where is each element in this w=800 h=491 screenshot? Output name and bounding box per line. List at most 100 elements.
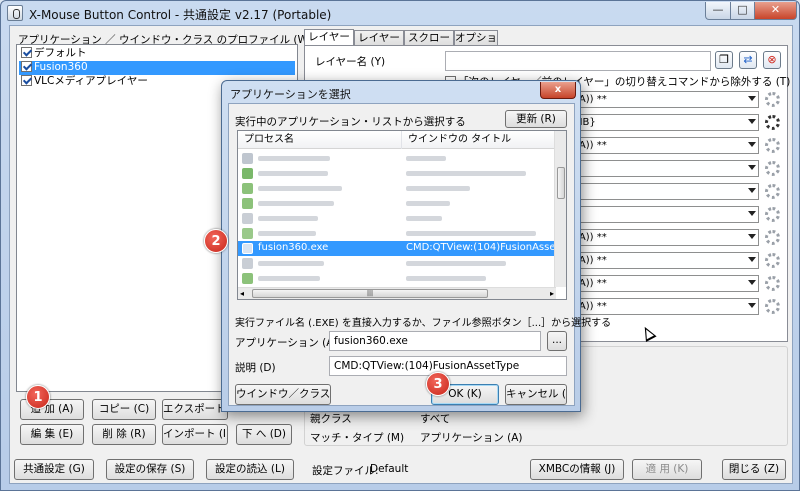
button-action-combo[interactable]: [571, 183, 759, 200]
delete-button[interactable]: 削 除 (R): [92, 424, 156, 445]
direct-input-label: 実行ファイル名 (.EXE) を直接入力するか、ファイル参照ボタン［...］から…: [235, 318, 612, 329]
scroll-thumb[interactable]: |||: [252, 289, 488, 298]
tab-options[interactable]: オプション: [454, 30, 498, 58]
scroll-left-icon[interactable]: ◂: [240, 289, 244, 298]
window-class-button[interactable]: ウインドウ／クラス (W): [235, 384, 331, 405]
match-type-value: アプリケーション (A): [420, 432, 523, 444]
process-row-fusion360[interactable]: fusion360.exe CMD:QTView:(104)FusionAsse…: [238, 241, 566, 256]
button-action-combo[interactable]: [571, 160, 759, 177]
checkbox-icon[interactable]: [21, 47, 32, 58]
step-marker-2: 2: [204, 229, 228, 253]
clear-icon[interactable]: ⊗: [763, 51, 781, 69]
process-row-blurred[interactable]: [238, 151, 556, 166]
edit-button[interactable]: 編 集 (E): [20, 424, 84, 445]
button-action-combo[interactable]: (A)) **: [571, 275, 759, 292]
gear-icon[interactable]: [765, 161, 780, 176]
blurred-text: [406, 186, 470, 191]
gear-icon[interactable]: [765, 276, 780, 291]
minimize-icon[interactable]: —: [705, 2, 731, 20]
process-icon: [242, 183, 253, 194]
gear-icon[interactable]: [765, 184, 780, 199]
button-action-combo[interactable]: (A)) **: [571, 229, 759, 246]
button-action-combo[interactable]: HB}: [571, 114, 759, 131]
dropdown-arrow-icon: [748, 303, 756, 308]
profile-label: デフォルト: [34, 47, 87, 59]
tab-layer-2[interactable]: レイヤー 2: [354, 30, 404, 58]
checkbox-icon[interactable]: [21, 61, 32, 72]
process-list[interactable]: プロセス名 ウインドウの タイトル fusion360.exe CMD:QTVi…: [237, 130, 567, 300]
copy-button[interactable]: コピー (C): [92, 399, 156, 420]
gear-icon[interactable]: [765, 299, 780, 314]
blurred-text: [258, 171, 328, 176]
apply-button[interactable]: 適 用 (K): [632, 459, 702, 480]
gear-icon[interactable]: [765, 115, 780, 130]
process-row-blurred[interactable]: [238, 211, 556, 226]
application-label: アプリケーション (A): [235, 337, 338, 349]
process-row-blurred[interactable]: [238, 226, 556, 241]
application-input[interactable]: fusion360.exe: [329, 331, 541, 351]
move-down-button[interactable]: 下 へ (D): [236, 424, 292, 445]
blurred-text: [406, 276, 486, 281]
blurred-text: [258, 276, 320, 281]
browse-button[interactable]: ...: [547, 331, 567, 351]
gear-icon[interactable]: [765, 253, 780, 268]
process-icon: [242, 228, 253, 239]
button-action-combo[interactable]: (A)) **: [571, 298, 759, 315]
horizontal-scrollbar[interactable]: ◂ ||| ▸: [238, 287, 556, 299]
profile-item-fusion360[interactable]: Fusion360: [19, 61, 295, 75]
description-input[interactable]: CMD:QTView:(104)FusionAssetType: [329, 356, 567, 376]
swap-icon[interactable]: ⇄: [739, 51, 757, 69]
profile-label: Fusion360: [34, 61, 88, 73]
dropdown-arrow-icon: [748, 119, 756, 124]
step-marker-1: 1: [26, 385, 50, 409]
main-window: X-Mouse Button Control - 共通設定 v2.17 (Por…: [0, 0, 800, 491]
profile-item-default[interactable]: デフォルト: [19, 47, 295, 61]
checkbox-icon[interactable]: [21, 75, 32, 86]
close-button[interactable]: 閉じる (Z): [722, 459, 786, 480]
close-icon[interactable]: ✕: [754, 2, 797, 20]
blurred-text: [258, 156, 330, 161]
scroll-thumb[interactable]: [557, 167, 565, 199]
save-settings-button[interactable]: 設定の保存 (S): [106, 459, 194, 480]
process-row-blurred[interactable]: [238, 166, 556, 181]
process-row-blurred[interactable]: [238, 181, 556, 196]
layer-name-input[interactable]: [445, 51, 711, 71]
process-row-blurred[interactable]: [238, 271, 556, 286]
cancel-button[interactable]: キャンセル (C): [505, 384, 567, 405]
blurred-text: [258, 216, 318, 221]
process-name: fusion360.exe: [258, 242, 329, 253]
column-window-title[interactable]: ウインドウの タイトル: [402, 131, 566, 149]
dropdown-arrow-icon: [748, 142, 756, 147]
gear-icon[interactable]: [765, 207, 780, 222]
select-application-dialog: アプリケーションを選択 x 実行中のアプリケーション・リストから選択する 更新 …: [221, 80, 611, 412]
dropdown-arrow-icon: [748, 280, 756, 285]
copy-layer-icon[interactable]: ❐: [715, 51, 733, 69]
column-process-name[interactable]: プロセス名: [238, 131, 402, 149]
maximize-icon[interactable]: □: [730, 2, 755, 20]
button-action-combo[interactable]: (A)) **: [571, 137, 759, 154]
dialog-close-icon[interactable]: x: [540, 82, 576, 99]
button-action-combo[interactable]: [571, 206, 759, 223]
global-settings-button[interactable]: 共通設定 (G): [14, 459, 94, 480]
vertical-scrollbar[interactable]: [554, 131, 566, 287]
xmbc-info-button[interactable]: XMBCの情報 (J): [530, 459, 624, 480]
blurred-text: [406, 261, 506, 266]
process-row-blurred[interactable]: [238, 256, 556, 271]
process-row-blurred[interactable]: [238, 196, 556, 211]
gear-icon[interactable]: [765, 230, 780, 245]
dropdown-arrow-icon: [748, 188, 756, 193]
button-action-combo[interactable]: (A)) **: [571, 91, 759, 108]
refresh-button[interactable]: 更新 (R): [505, 110, 567, 128]
process-icon: [242, 258, 253, 269]
blurred-text: [406, 216, 442, 221]
gear-icon[interactable]: [765, 92, 780, 107]
import-button[interactable]: インポート (I): [162, 424, 228, 445]
export-button[interactable]: エクスポート (X): [162, 399, 228, 420]
gear-icon[interactable]: [765, 138, 780, 153]
window-title: X-Mouse Button Control - 共通設定 v2.17 (Por…: [29, 8, 332, 22]
scroll-right-icon[interactable]: ▸: [550, 289, 554, 298]
button-action-combo[interactable]: (A)) **: [571, 252, 759, 269]
load-settings-button[interactable]: 設定の読込 (L): [206, 459, 294, 480]
tab-scroll[interactable]: スクロール: [404, 30, 454, 58]
blurred-text: [406, 156, 446, 161]
